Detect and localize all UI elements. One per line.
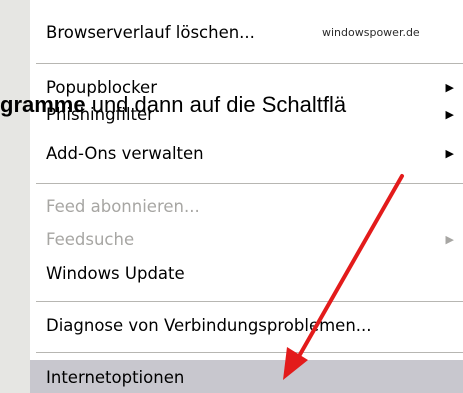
menu-separator: [36, 301, 463, 302]
menu-item-feed-search: Feedsuche: [46, 230, 135, 249]
overlay-instruction-text: gramme und dann auf die Schaltflä: [0, 91, 346, 119]
watermark: windowspower.de: [322, 26, 420, 39]
submenu-arrow-icon: ▶: [445, 81, 454, 94]
submenu-arrow-icon: ▶: [445, 108, 454, 121]
menu-item-clear-history[interactable]: Browserverlauf löschen...: [46, 22, 255, 44]
submenu-arrow-icon: ▶: [445, 147, 454, 160]
menu-separator: [36, 183, 463, 184]
icon-strip: [0, 0, 30, 393]
tools-menu: Browserverlauf löschen... windowspower.d…: [0, 0, 463, 393]
menu-separator: [36, 352, 463, 353]
overlay-rest-text: und dann auf die Schaltflä: [85, 92, 347, 117]
menu-item-subscribe-feed: Feed abonnieren...: [46, 197, 200, 216]
submenu-arrow-icon: ▶: [445, 233, 454, 246]
menu-item-connection-diagnosis[interactable]: Diagnose von Verbindungsproblemen...: [46, 315, 372, 337]
menu-item-internet-options[interactable]: Internetoptionen: [46, 367, 184, 389]
menu-separator: [36, 63, 463, 64]
menu-item-windows-update[interactable]: Windows Update: [46, 263, 185, 285]
overlay-bold-text: gramme: [0, 92, 86, 117]
menu-item-manage-addons[interactable]: Add-Ons verwalten: [46, 143, 204, 165]
